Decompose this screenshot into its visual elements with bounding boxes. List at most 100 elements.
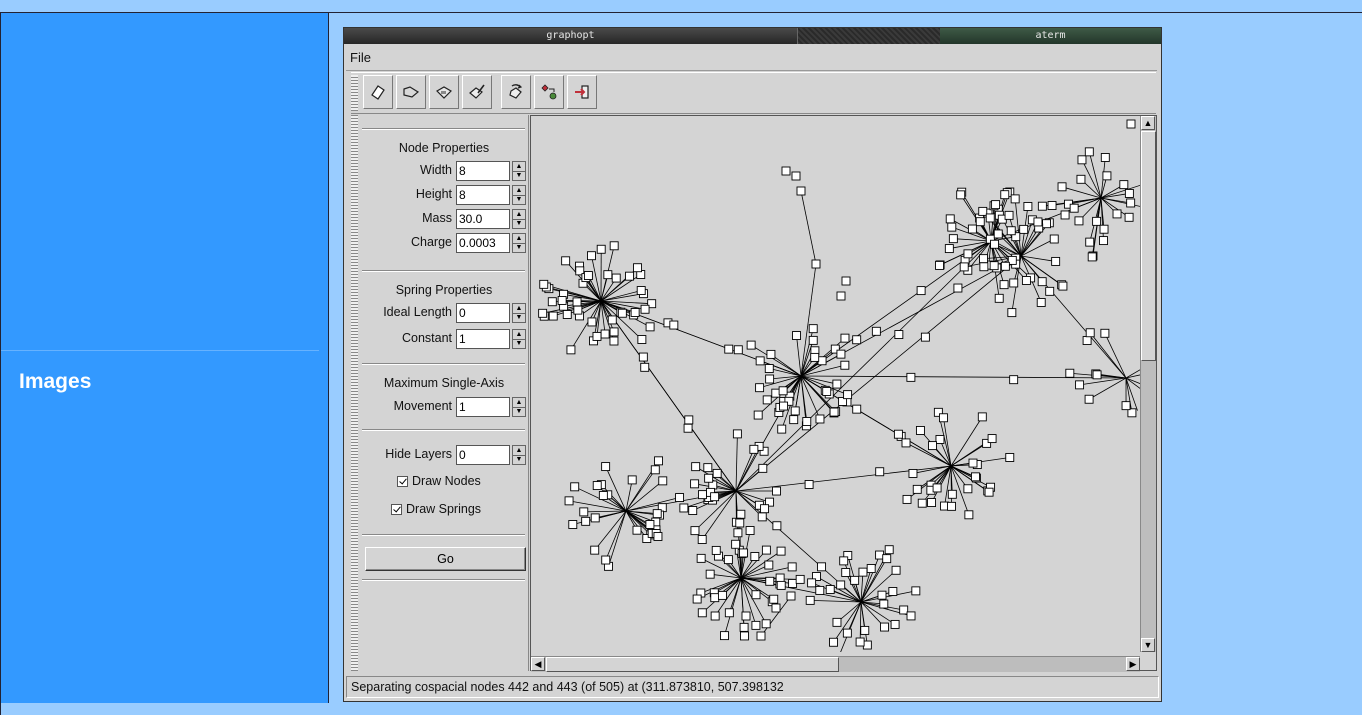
graph-node (911, 586, 921, 596)
open-icon (403, 86, 420, 98)
mass-stepper[interactable]: ▲ ▼ (512, 209, 526, 229)
checkbox-checked-icon[interactable] (391, 503, 402, 515)
graph-node (1084, 147, 1094, 157)
arrow-down-icon[interactable]: ▼ (513, 219, 525, 228)
graph-node (749, 444, 759, 454)
vertical-scrollbar[interactable]: ▲ ▼ (1140, 116, 1156, 652)
charge-stepper[interactable]: ▲ ▼ (512, 233, 526, 253)
graph-node (600, 329, 610, 339)
checkbox-checked-icon[interactable] (397, 475, 408, 487)
graph-node (899, 605, 909, 615)
arrow-down-icon[interactable]: ▼ (513, 243, 525, 252)
reload-button[interactable] (501, 75, 531, 109)
arrow-down-icon[interactable]: ▼ (513, 339, 525, 348)
arrow-down-icon[interactable]: ▼ (513, 313, 525, 322)
graph-node (776, 546, 786, 556)
constant-input[interactable] (456, 329, 510, 349)
graph-node (787, 562, 797, 572)
arrow-down-icon[interactable]: ▼ (513, 195, 525, 204)
graph-node (761, 545, 771, 555)
graph-node (669, 320, 679, 330)
graph-node (633, 263, 642, 273)
graph-drawing[interactable] (531, 116, 1140, 652)
height-stepper[interactable]: ▲ ▼ (512, 185, 526, 205)
draw-nodes-checkbox[interactable]: Draw Nodes (397, 474, 481, 488)
scroll-right-icon[interactable]: ▶ (1126, 657, 1140, 671)
graph-spring (608, 510, 627, 567)
aterm-title[interactable]: aterm (940, 28, 1161, 44)
taskbar-slot[interactable] (797, 28, 940, 44)
graph-node (1004, 210, 1014, 220)
graph-node (710, 593, 720, 603)
clear-button[interactable] (462, 75, 492, 109)
graph-node (697, 608, 707, 618)
open-button[interactable] (396, 75, 426, 109)
go-button[interactable]: Go (365, 547, 526, 571)
save-button[interactable] (429, 75, 459, 109)
mass-spinner[interactable]: ▲▼ (456, 209, 526, 229)
mass-input[interactable] (456, 209, 510, 229)
new-button[interactable] (363, 75, 393, 109)
graph-node (1042, 219, 1052, 229)
height-input[interactable] (456, 185, 510, 205)
toolbar-grip[interactable] (351, 75, 358, 111)
horizontal-scrollbar[interactable]: ◀ ▶ (531, 656, 1140, 672)
constant-stepper[interactable]: ▲ ▼ (512, 329, 526, 349)
graph-node (777, 424, 787, 434)
graph-spring (800, 375, 1127, 379)
graph-node (751, 590, 761, 600)
vertical-scroll-thumb[interactable] (1141, 131, 1156, 361)
graph-node (733, 345, 743, 355)
graph-canvas[interactable] (530, 115, 1157, 671)
graph-node (732, 429, 742, 439)
arrow-down-icon[interactable]: ▼ (513, 455, 525, 464)
horizontal-scroll-thumb[interactable] (546, 657, 839, 672)
hide-layers-spinner[interactable]: ▲▼ (456, 445, 526, 465)
movement-input[interactable] (456, 397, 510, 417)
graph-node (975, 217, 985, 227)
graph-spring (735, 255, 1022, 492)
scroll-up-icon[interactable]: ▲ (1141, 116, 1155, 130)
graph-node (999, 280, 1009, 290)
width-stepper[interactable]: ▲ ▼ (512, 161, 526, 181)
arrow-down-icon[interactable]: ▼ (513, 171, 525, 180)
graph-node (596, 244, 606, 254)
arrow-down-icon[interactable]: ▼ (513, 407, 525, 416)
width-input[interactable] (456, 161, 510, 181)
graph-node (836, 580, 846, 590)
graph-node (1126, 198, 1136, 208)
graph-spring (700, 577, 742, 594)
title-bar[interactable]: graphopt aterm (344, 28, 1161, 44)
ideal-length-stepper[interactable]: ▲ ▼ (512, 303, 526, 323)
graph-node (1033, 217, 1043, 227)
exit-button[interactable] (567, 75, 597, 109)
graph-spring (796, 335, 802, 377)
movement-spinner[interactable]: ▲▼ (456, 397, 526, 417)
graph-node (860, 625, 870, 635)
separator (362, 534, 525, 536)
graph-node (858, 567, 868, 577)
graph-node (736, 509, 746, 519)
graph-node (592, 331, 602, 341)
graph-node (902, 494, 912, 504)
graph-node (979, 254, 988, 264)
constant-spinner[interactable]: ▲▼ (456, 329, 526, 349)
menu-file[interactable]: File (350, 50, 371, 65)
ideal-length-input[interactable] (456, 303, 510, 323)
height-spinner[interactable]: ▲▼ (456, 185, 526, 205)
hide-layers-input[interactable] (456, 445, 510, 465)
movement-stepper[interactable]: ▲ ▼ (512, 397, 526, 417)
scroll-down-icon[interactable]: ▼ (1141, 638, 1155, 652)
charge-spinner[interactable]: ▲▼ (456, 233, 526, 253)
panel-grip[interactable] (351, 115, 358, 671)
graph-spring (950, 416, 983, 467)
charge-input[interactable] (456, 233, 510, 253)
width-spinner[interactable]: ▲▼ (456, 161, 526, 181)
ideal-length-spinner[interactable]: ▲▼ (456, 303, 526, 323)
graph-node (1085, 237, 1095, 247)
draw-springs-checkbox[interactable]: Draw Springs (391, 502, 481, 516)
layout-button[interactable] (534, 75, 564, 109)
hide-layers-stepper[interactable]: ▲ ▼ (512, 445, 526, 465)
graph-node (561, 256, 571, 266)
scroll-left-icon[interactable]: ◀ (531, 657, 545, 671)
